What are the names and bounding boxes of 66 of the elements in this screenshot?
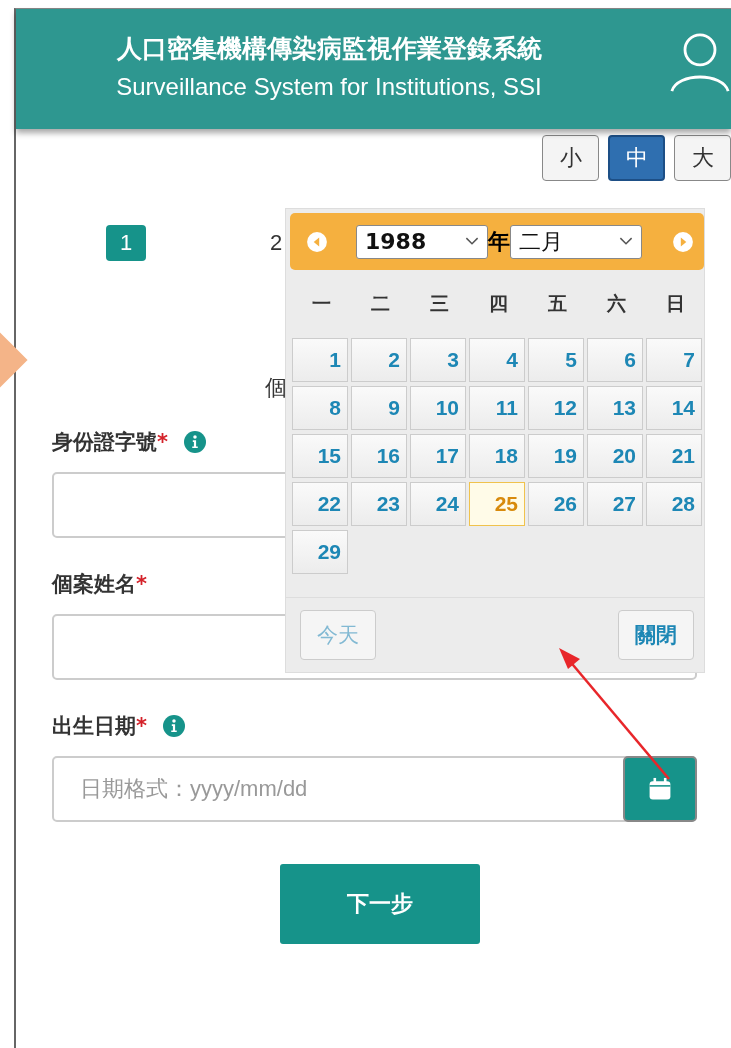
day-cell[interactable]: 12 — [528, 386, 584, 430]
user-icon[interactable] — [670, 30, 730, 94]
day-cell[interactable]: 6 — [587, 338, 643, 382]
required-mark: * — [136, 714, 147, 738]
previous-month-icon[interactable] — [306, 230, 328, 253]
field-label: 出生日期 — [52, 713, 136, 740]
day-cell[interactable]: 19 — [528, 434, 584, 478]
weekday-label: 三 — [428, 291, 450, 316]
day-cell[interactable]: 20 — [587, 434, 643, 478]
chevron-down-icon — [465, 237, 479, 246]
info-icon[interactable] — [184, 431, 206, 453]
field-label: 個案姓名 — [52, 571, 136, 598]
day-cell[interactable]: 27 — [587, 482, 643, 526]
info-icon[interactable] — [163, 715, 185, 737]
date-input-field[interactable]: 日期格式：yyyy/mm/dd — [52, 756, 697, 822]
section-title: 個 — [265, 374, 287, 402]
day-cell[interactable]: 10 — [410, 386, 466, 430]
day-cell[interactable]: 1 — [292, 338, 348, 382]
app-title: 人口密集機構傳染病監視作業登錄系統 — [115, 33, 543, 65]
chevron-down-icon — [619, 237, 633, 246]
today-button[interactable]: 今天 — [300, 610, 376, 660]
day-cell[interactable]: 24 — [410, 482, 466, 526]
weekday-label: 六 — [605, 291, 627, 316]
day-cell[interactable]: 3 — [410, 338, 466, 382]
day-cell[interactable]: 22 — [292, 482, 348, 526]
calendar-button[interactable] — [623, 756, 697, 822]
app-subtitle: Surveillance System for Institutions, SSI — [115, 72, 543, 102]
day-cell[interactable]: 17 — [410, 434, 466, 478]
weekday-label: 日 — [664, 291, 686, 316]
next-month-icon[interactable] — [672, 230, 694, 253]
day-cell[interactable]: 28 — [646, 482, 702, 526]
day-cell[interactable]: 23 — [351, 482, 407, 526]
day-cell[interactable]: 11 — [469, 386, 525, 430]
calendar-icon — [647, 776, 673, 802]
month-select[interactable]: 二月 — [510, 224, 642, 259]
day-cell[interactable]: 25 — [469, 482, 525, 526]
weekday-label: 一 — [310, 291, 332, 316]
font-size-button[interactable]: 大 — [674, 135, 731, 181]
required-mark: * — [157, 430, 168, 454]
day-cell[interactable]: 26 — [528, 482, 584, 526]
required-mark: * — [136, 572, 147, 596]
day-cell[interactable]: 29 — [292, 530, 348, 574]
weekday-label: 四 — [487, 291, 509, 316]
weekday-label: 二 — [369, 291, 391, 316]
day-cell[interactable]: 4 — [469, 338, 525, 382]
day-cell[interactable]: 2 — [351, 338, 407, 382]
day-cell[interactable]: 18 — [469, 434, 525, 478]
day-cell[interactable]: 7 — [646, 338, 702, 382]
weekday-label: 五 — [546, 291, 568, 316]
year-select[interactable]: 1988 — [356, 224, 488, 259]
day-cell[interactable]: 21 — [646, 434, 702, 478]
day-cell[interactable]: 14 — [646, 386, 702, 430]
step-indicator: 1 — [106, 225, 146, 261]
day-cell[interactable]: 9 — [351, 386, 407, 430]
day-cell[interactable]: 13 — [587, 386, 643, 430]
font-size-button[interactable]: 小 — [542, 135, 599, 181]
day-cell[interactable]: 8 — [292, 386, 348, 430]
step-indicator: 2 — [270, 230, 283, 256]
day-cell[interactable]: 16 — [351, 434, 407, 478]
day-cell[interactable]: 5 — [528, 338, 584, 382]
font-size-button[interactable]: 中 — [608, 135, 665, 181]
close-button[interactable]: 關閉 — [618, 610, 694, 660]
next-step-button[interactable]: 下一步 — [279, 864, 480, 944]
field-label: 身份證字號 — [52, 429, 157, 456]
day-cell[interactable]: 15 — [292, 434, 348, 478]
year-suffix: 年 — [488, 227, 510, 256]
